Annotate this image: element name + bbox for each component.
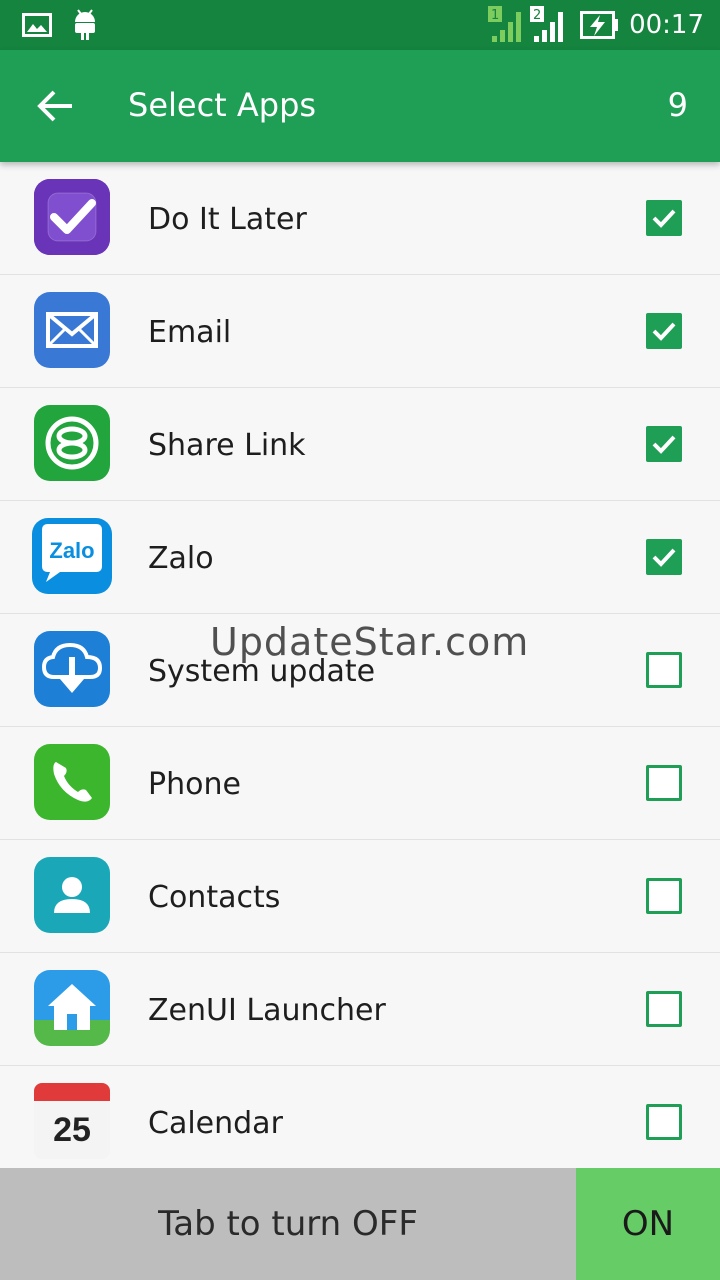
app-checkbox[interactable] [646,991,682,1027]
android-debug-icon [75,9,95,40]
do-it-later-icon [34,179,110,255]
app-checkbox[interactable] [646,1104,682,1140]
list-item-email[interactable]: Email [0,275,720,388]
app-name: Do It Later [148,202,307,237]
back-arrow-icon[interactable] [36,86,76,126]
app-name: Zalo [148,541,214,576]
calendar-icon-day: 25 [53,1111,91,1149]
app-name: System update [148,654,376,689]
list-item-contacts[interactable]: Contacts [0,840,720,953]
phone-icon [34,744,110,820]
app-checkbox[interactable] [646,200,682,236]
list-item-system-update[interactable]: System update [0,614,720,727]
signal-sim1-icon: 1 [488,6,521,42]
zalo-icon: Zalo [32,518,112,594]
zalo-icon-text: Zalo [49,538,94,563]
calendar-icon: 25 [34,1083,110,1159]
status-time: 00:17 [629,10,704,40]
app-name: Calendar [148,1106,283,1141]
image-notification-icon [22,13,52,37]
app-checkbox[interactable] [646,878,682,914]
battery-charging-icon [580,11,618,39]
page-title: Select Apps [128,86,317,124]
bottom-bar: Tab to turn OFF ON [0,1168,720,1280]
app-list: Do It Later Email Share Link Zalo Zalo S… [0,162,720,1168]
checkmark-icon [652,209,676,228]
app-name: Share Link [148,428,306,463]
app-name: Contacts [148,880,281,915]
checkmark-icon [652,548,676,567]
list-item-share-link[interactable]: Share Link [0,388,720,501]
app-checkbox[interactable] [646,426,682,462]
turn-off-button[interactable]: Tab to turn OFF [0,1168,576,1280]
app-checkbox[interactable] [646,313,682,349]
contacts-icon [34,857,110,933]
zenui-launcher-icon [34,970,110,1046]
app-checkbox[interactable] [646,765,682,801]
checkmark-icon [652,435,676,454]
share-link-icon [34,405,110,481]
app-name: ZenUI Launcher [148,993,386,1028]
status-bar: 1 2 00:17 [0,0,720,50]
sim2-label: 2 [533,8,541,23]
selected-count: 9 [667,86,688,124]
list-item-do-it-later[interactable]: Do It Later [0,162,720,275]
email-icon [34,292,110,368]
checkmark-icon [652,322,676,341]
app-name: Email [148,315,232,350]
list-item-zalo[interactable]: Zalo Zalo [0,501,720,614]
app-name: Phone [148,767,241,802]
app-checkbox[interactable] [646,539,682,575]
app-bar: Select Apps 9 [0,50,720,162]
list-item-calendar[interactable]: 25 Calendar [0,1066,720,1168]
app-checkbox[interactable] [646,652,682,688]
list-item-zenui-launcher[interactable]: ZenUI Launcher [0,953,720,1066]
on-status-button[interactable]: ON [576,1168,720,1280]
system-update-icon [34,631,110,707]
list-item-phone[interactable]: Phone [0,727,720,840]
signal-sim2-icon: 2 [530,6,563,42]
sim1-label: 1 [491,8,499,23]
